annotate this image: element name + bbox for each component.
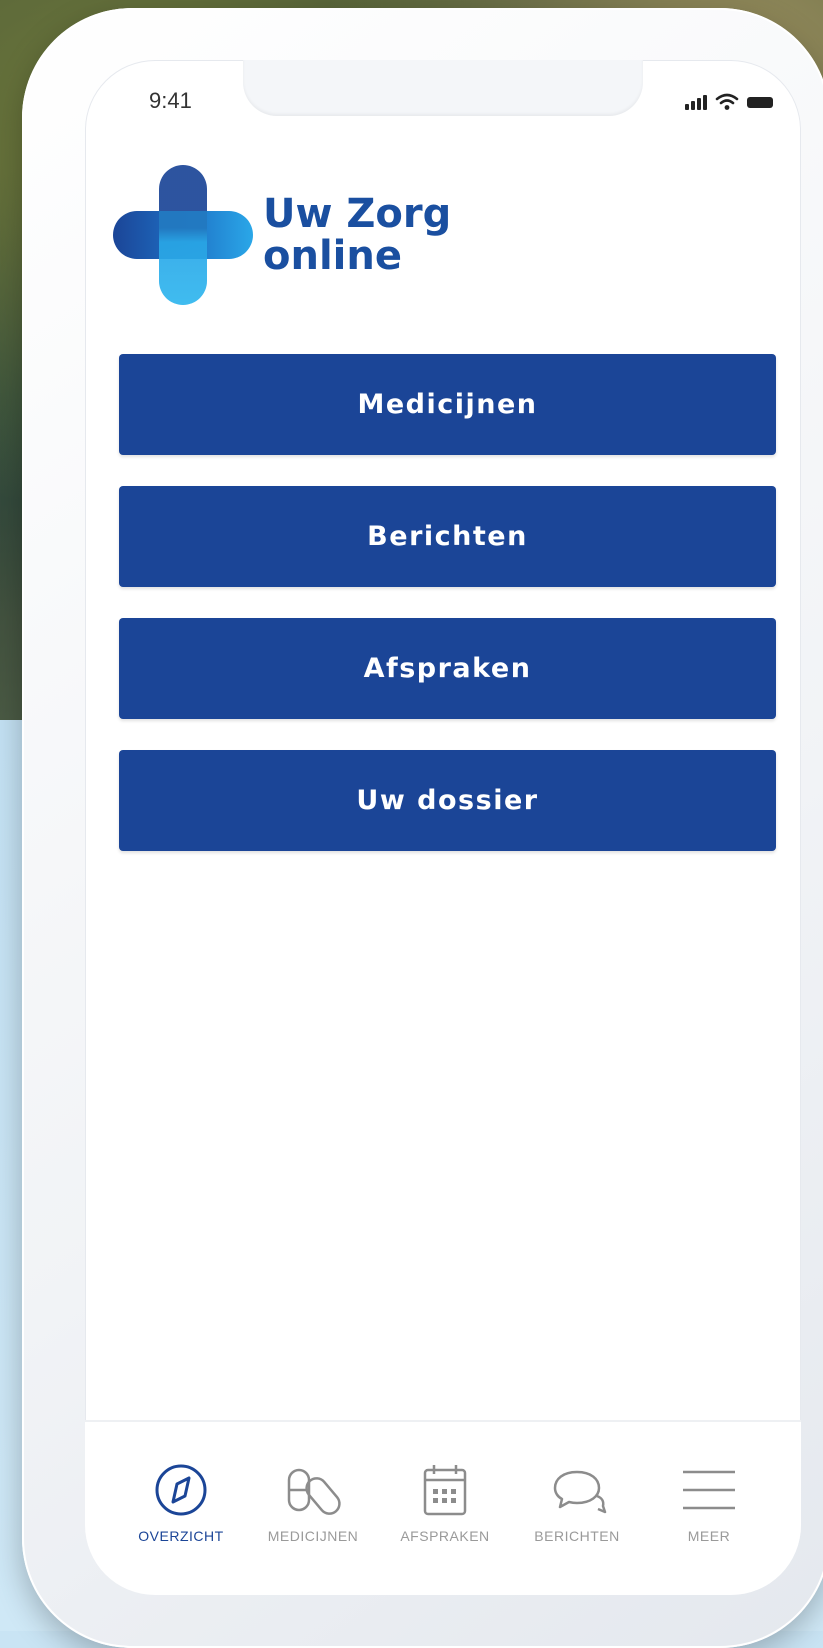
tab-label-medicijnen: MEDICIJNEN	[267, 1528, 359, 1544]
tab-overzicht[interactable]: OVERZICHT	[111, 1462, 251, 1552]
medicijnen-button[interactable]: Medicijnen	[119, 354, 776, 455]
cellular-signal-icon	[685, 94, 707, 110]
compass-icon	[155, 1464, 207, 1516]
pills-icon	[287, 1468, 341, 1515]
hamburger-menu-icon	[683, 1470, 735, 1510]
phone-frame: 9:41 Uw Zorg online Medicijnen Berichten…	[22, 8, 823, 1648]
bottom-tab-bar: OVERZICHT MEDICIJNEN AFSPRAKEN BERICHTEN…	[85, 1420, 801, 1595]
app-screen: 9:41 Uw Zorg online Medicijnen Berichten…	[85, 60, 801, 1595]
brand-logo: Uw Zorg online	[113, 165, 673, 305]
chat-bubbles-icon	[553, 1470, 607, 1514]
main-menu: Medicijnen Berichten Afspraken Uw dossie…	[119, 354, 776, 882]
tab-meer[interactable]: MEER	[639, 1462, 779, 1552]
afspraken-button[interactable]: Afspraken	[119, 618, 776, 719]
status-time: 9:41	[149, 88, 192, 113]
uw-dossier-button[interactable]: Uw dossier	[119, 750, 776, 851]
tab-medicijnen[interactable]: MEDICIJNEN	[243, 1462, 383, 1552]
tab-label-overzicht: OVERZICHT	[138, 1528, 224, 1544]
status-icons	[685, 92, 773, 112]
brand-name-line1: Uw Zorg	[263, 191, 452, 237]
medical-cross-logo-icon	[113, 165, 253, 305]
battery-icon	[747, 96, 773, 108]
tab-label-meer: MEER	[687, 1528, 731, 1544]
calendar-icon	[423, 1465, 467, 1516]
phone-notch	[243, 60, 643, 116]
tab-label-afspraken: AFSPRAKEN	[400, 1528, 490, 1544]
brand-name-line2: online	[263, 233, 402, 279]
berichten-button[interactable]: Berichten	[119, 486, 776, 587]
brand-name: Uw Zorg online	[263, 193, 451, 277]
tab-afspraken[interactable]: AFSPRAKEN	[375, 1462, 515, 1552]
wifi-icon	[715, 93, 739, 110]
tab-berichten[interactable]: BERICHTEN	[507, 1462, 647, 1552]
tab-label-berichten: BERICHTEN	[534, 1528, 620, 1544]
